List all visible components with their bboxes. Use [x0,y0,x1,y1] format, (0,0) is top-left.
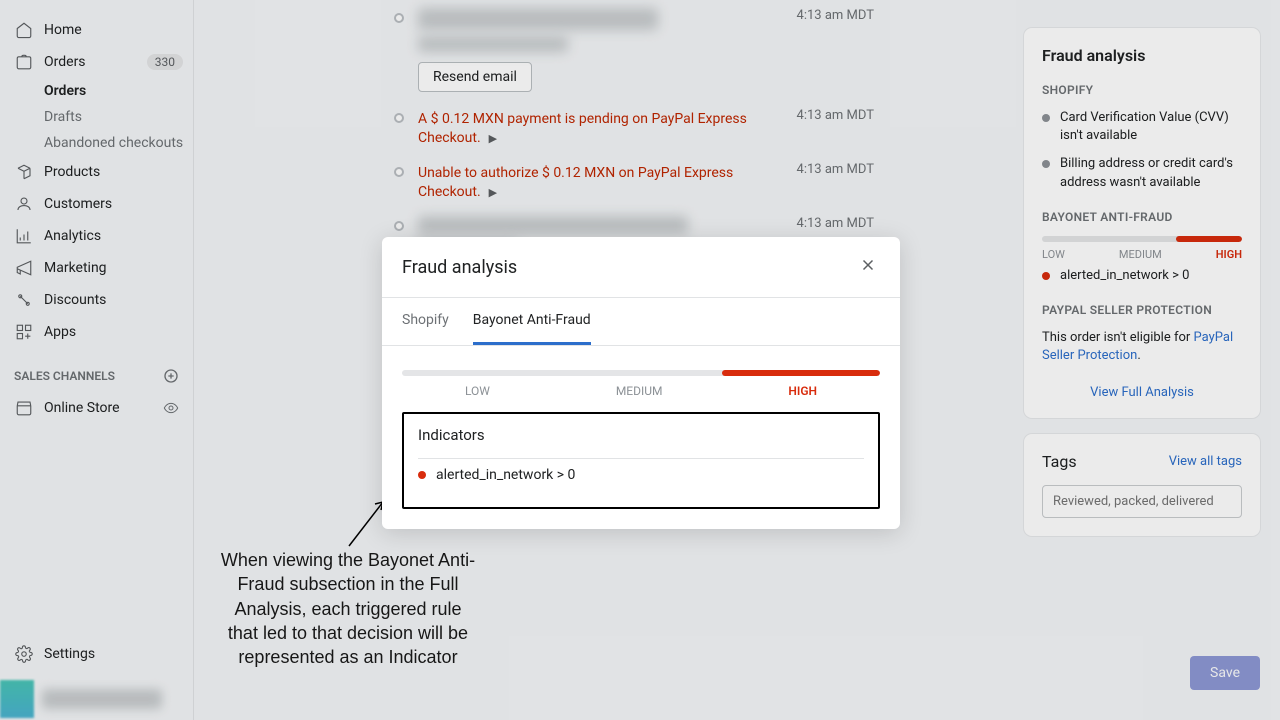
tab-shopify[interactable]: Shopify [402,298,449,345]
modal-tabs: Shopify Bayonet Anti-Fraud [382,298,900,346]
modal-body: LOW MEDIUM HIGH Indicators alerted_in_ne… [382,346,900,529]
indicators-title: Indicators [418,426,864,444]
modal-header: Fraud analysis [382,237,900,298]
red-dot-icon [418,471,426,479]
risk-high-label: HIGH [788,384,817,398]
risk-medium-label: MEDIUM [616,384,663,398]
close-icon [859,256,877,274]
fraud-analysis-modal: Fraud analysis Shopify Bayonet Anti-Frau… [382,237,900,529]
modal-title: Fraud analysis [402,257,517,278]
indicator-row: alerted_in_network > 0 [418,458,864,491]
risk-low-label: LOW [465,384,490,398]
tab-bayonet[interactable]: Bayonet Anti-Fraud [473,298,591,345]
modal-risk-labels: LOW MEDIUM HIGH [402,384,880,398]
indicators-box: Indicators alerted_in_network > 0 [402,412,880,509]
modal-risk-bar [402,370,880,376]
close-button[interactable] [856,255,880,279]
